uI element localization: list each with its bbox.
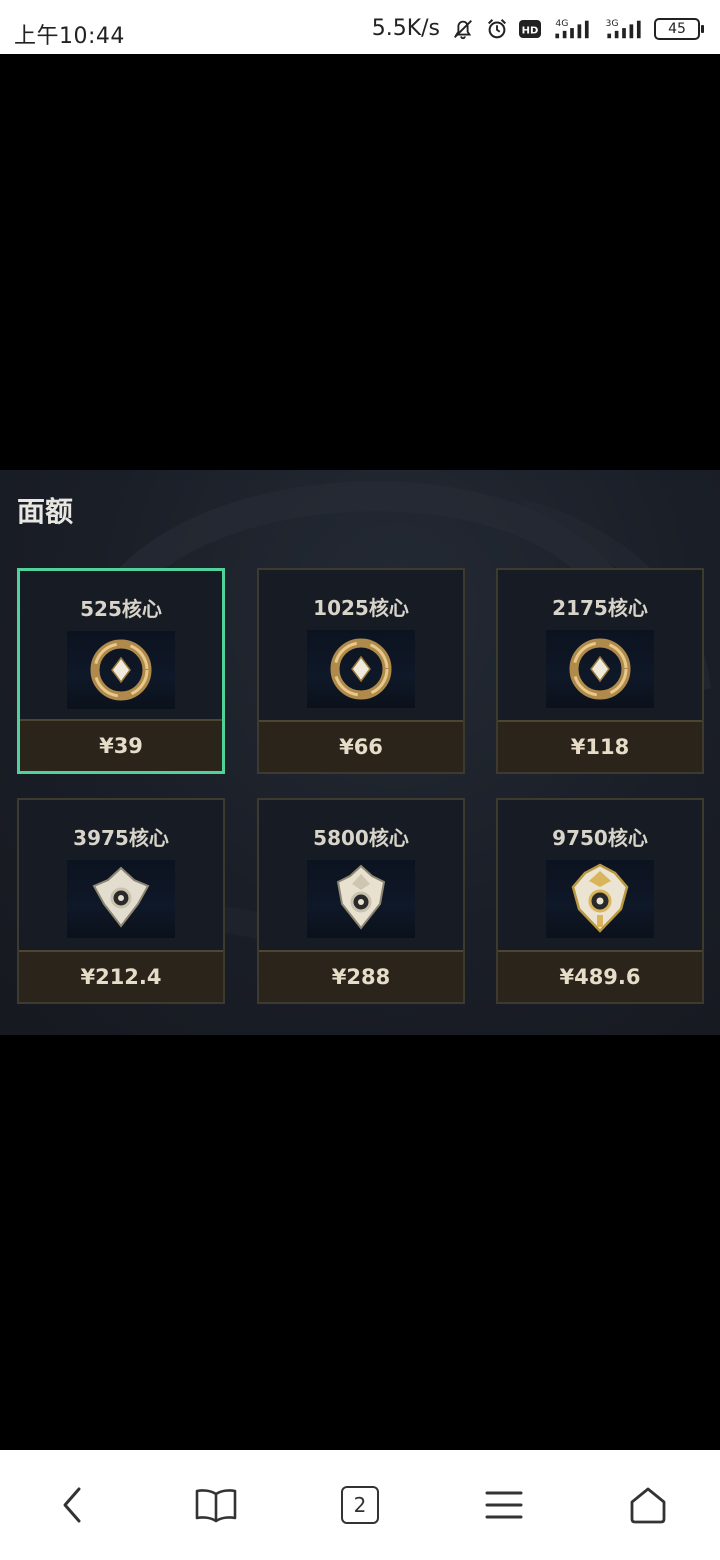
denomination-card-1025[interactable]: 1025核心 ¥66 [257, 568, 465, 774]
price-label: ¥212.4 [19, 950, 223, 1002]
denomination-card-5800[interactable]: 5800核心 ¥288 [257, 798, 465, 1004]
back-icon [63, 1487, 81, 1523]
price-label: ¥288 [259, 950, 463, 1002]
denomination-card-525[interactable]: 525核心 ¥39 [17, 568, 225, 774]
menu-icon [485, 1491, 523, 1519]
card-amount: 5800核心 [313, 826, 409, 850]
price-label: ¥489.6 [498, 950, 702, 1002]
back-button[interactable] [32, 1465, 112, 1545]
status-time: 上午10:44 [14, 24, 125, 49]
denomination-card-3975[interactable]: 3975核心 ¥212.4 [17, 798, 225, 1004]
network-speed: 5.5K/s [371, 16, 440, 41]
silver-crest-core-icon [92, 866, 150, 928]
price-label: ¥39 [20, 719, 222, 771]
denomination-card-9750[interactable]: 9750核心 ¥489.6 [496, 798, 704, 1004]
card-image [67, 631, 175, 709]
status-icons: 5.5K/s HD 4G 3G 45 [371, 16, 704, 41]
card-image [546, 860, 654, 938]
price-label: ¥66 [259, 720, 463, 772]
gold-ring-core-icon [569, 638, 631, 700]
card-amount: 1025核心 [313, 596, 409, 620]
browser-nav-bar: 2 [0, 1450, 720, 1560]
card-image [67, 860, 175, 938]
card-image [307, 860, 415, 938]
bookmarks-button[interactable] [176, 1465, 256, 1545]
signal1-label: 4G [555, 18, 568, 29]
signal-3g-icon: 3G [606, 18, 641, 38]
gold-ring-core-icon [330, 638, 392, 700]
signal2-label: 3G [606, 18, 619, 29]
home-button[interactable] [608, 1465, 688, 1545]
battery-icon: 45 [654, 17, 704, 40]
gold-ring-core-icon [90, 639, 152, 701]
video-area-bottom [0, 1035, 720, 1450]
menu-button[interactable] [464, 1465, 544, 1545]
price-label: ¥118 [498, 720, 702, 772]
denomination-card-2175[interactable]: 2175核心 ¥118 [496, 568, 704, 774]
card-amount: 525核心 [80, 597, 162, 621]
signal-4g-icon: 4G [555, 18, 589, 38]
mute-bell-icon [454, 19, 472, 39]
tabs-button[interactable]: 2 [320, 1465, 400, 1545]
silver-crest-core-icon [336, 864, 386, 930]
bookmarks-icon [195, 1489, 237, 1523]
denomination-panel: 面额 525核心 ¥39 1025核心 ¥66 2175核心 ¥118 3975… [0, 470, 720, 1035]
card-amount: 9750核心 [552, 826, 648, 850]
panel-title: 面额 [17, 495, 74, 528]
gold-silver-crest-core-icon [571, 863, 629, 933]
hd-label: HD [522, 25, 539, 36]
card-amount: 3975核心 [73, 826, 169, 850]
card-image [546, 630, 654, 708]
card-image [307, 630, 415, 708]
tabs-icon: 2 [341, 1486, 379, 1524]
hd-icon: HD [519, 19, 541, 38]
card-amount: 2175核心 [552, 596, 648, 620]
video-area-top [0, 54, 720, 470]
status-bar: 上午10:44 5.5K/s HD 4G 3G 45 [0, 0, 720, 54]
home-icon [630, 1487, 666, 1524]
alarm-icon [487, 18, 507, 38]
